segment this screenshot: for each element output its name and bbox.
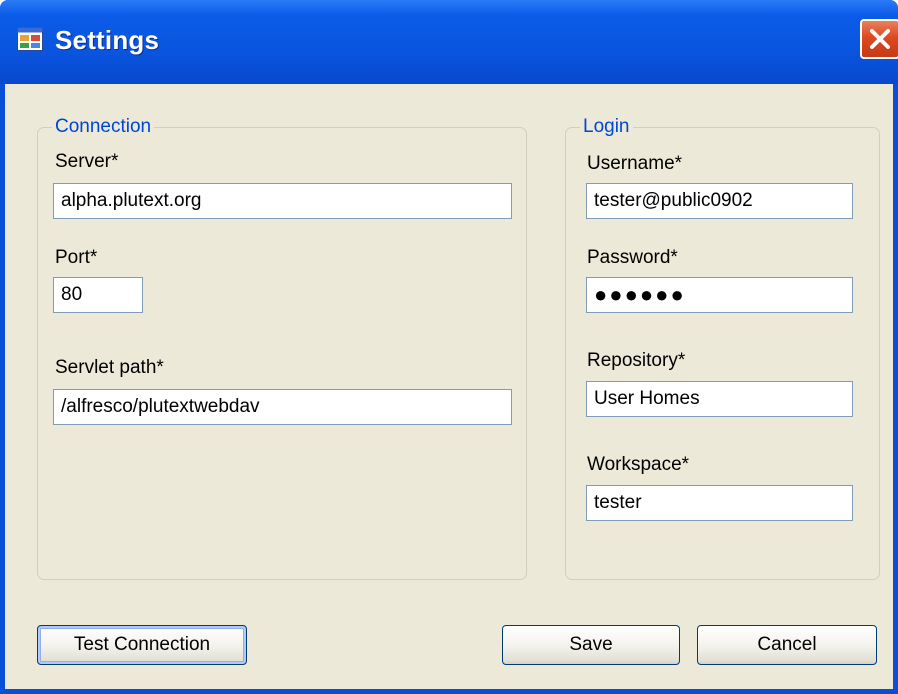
servlet-path-label: Servlet path* xyxy=(55,357,164,378)
repository-label: Repository* xyxy=(587,350,686,371)
login-group-title: Login xyxy=(580,116,633,138)
settings-window-icon xyxy=(17,27,43,51)
test-connection-button[interactable]: Test Connection xyxy=(37,625,247,665)
close-button[interactable] xyxy=(860,19,898,59)
window-title: Settings xyxy=(55,25,160,55)
settings-window: Settings Connection Server* alpha.plutex… xyxy=(0,0,898,694)
servlet-path-input[interactable]: /alfresco/plutextwebdav xyxy=(53,389,512,425)
connection-group-title: Connection xyxy=(52,116,155,138)
title-bar[interactable]: Settings xyxy=(0,0,898,84)
username-label: Username* xyxy=(587,153,683,174)
close-icon xyxy=(870,29,890,49)
username-input[interactable]: tester@public0902 xyxy=(586,183,853,219)
server-input[interactable]: alpha.plutext.org xyxy=(53,183,512,219)
workspace-input[interactable]: tester xyxy=(586,485,853,521)
port-label: Port* xyxy=(55,247,98,268)
repository-input[interactable]: User Homes xyxy=(586,381,853,417)
password-label: Password* xyxy=(587,247,678,268)
server-label: Server* xyxy=(55,151,119,172)
workspace-label: Workspace* xyxy=(587,454,690,475)
dialog-body: Connection Server* alpha.plutext.org Por… xyxy=(5,84,893,689)
port-input[interactable]: 80 xyxy=(53,277,143,313)
save-button[interactable]: Save xyxy=(502,625,680,665)
password-input[interactable]: ●●●●●● xyxy=(586,277,853,313)
cancel-button[interactable]: Cancel xyxy=(697,625,877,665)
